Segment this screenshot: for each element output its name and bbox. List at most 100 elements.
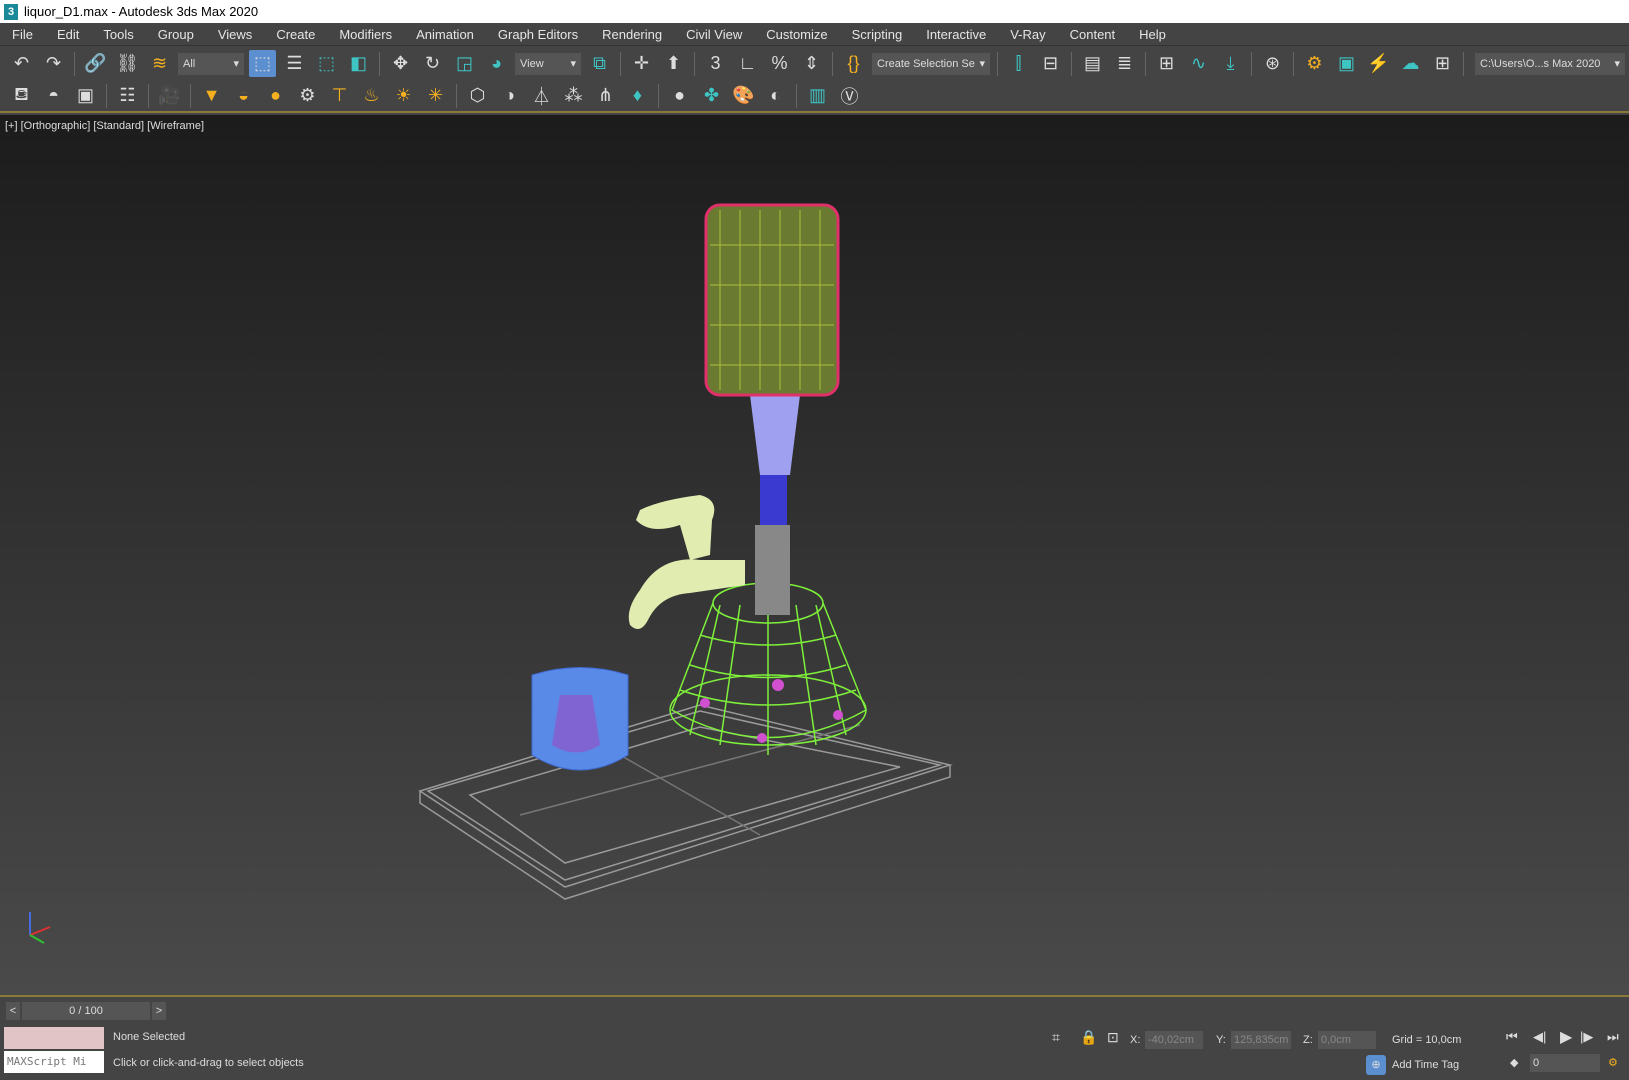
render-cloud-icon[interactable]: ☁ — [1397, 50, 1424, 77]
current-frame-field[interactable]: 0 — [1530, 1054, 1600, 1072]
vray-logo-icon[interactable]: Ⓥ — [836, 82, 863, 109]
viewport-orthographic[interactable]: [+] [Orthographic] [Standard] [Wireframe… — [0, 115, 1629, 997]
lock-icon[interactable]: 🔒 — [1080, 1029, 1097, 1046]
material-override-icon[interactable]: ◐ — [762, 82, 789, 109]
render-production-icon[interactable]: ⚡ — [1365, 50, 1392, 77]
rotate-icon[interactable]: ↻ — [419, 50, 446, 77]
menu-create[interactable]: Create — [264, 27, 327, 42]
edit-named-selection-icon[interactable]: {} — [840, 50, 867, 77]
plane-icon[interactable]: ⏃ — [528, 82, 555, 109]
rendered-frame-window-icon[interactable]: ▣ — [1333, 50, 1360, 77]
maxscript-mini-input[interactable]: MAXScript Mi — [4, 1051, 104, 1073]
keyboard-shortcut-override-icon[interactable]: ⬆ — [660, 50, 687, 77]
project-folder-dropdown[interactable]: C:\Users\O...s Max 2020 ▾ — [1475, 52, 1625, 75]
menu-edit[interactable]: Edit — [45, 27, 91, 42]
list-icon[interactable]: ☷ — [114, 82, 141, 109]
fur-icon[interactable]: ⁂ — [560, 82, 587, 109]
unlink-icon[interactable]: ⛓ — [114, 50, 141, 77]
redo-icon[interactable]: ↷ — [40, 50, 67, 77]
multi-material-icon[interactable]: ✤ — [698, 82, 725, 109]
layer-explorer-icon[interactable]: ≣ — [1111, 50, 1138, 77]
fire-icon[interactable]: ♦ — [624, 82, 651, 109]
menu-graph-editors[interactable]: Graph Editors — [486, 27, 590, 42]
sphere-shapes-icon[interactable]: ◓ — [40, 82, 67, 109]
camera-icon[interactable]: 🎥 — [156, 82, 183, 109]
material-sphere-icon[interactable]: ● — [666, 82, 693, 109]
window-crossing-icon[interactable]: ◧ — [345, 50, 372, 77]
sun-light-icon[interactable]: ☀ — [390, 82, 417, 109]
ies-light-icon[interactable]: ⊤ — [326, 82, 353, 109]
grass-icon[interactable]: ⋔ — [592, 82, 619, 109]
scene-explorer-icon[interactable]: ▤ — [1079, 50, 1106, 77]
prev-key-icon[interactable]: ◀| — [1533, 1029, 1546, 1045]
mesh-light-icon[interactable]: ⚙ — [294, 82, 321, 109]
menu-modifiers[interactable]: Modifiers — [327, 27, 404, 42]
selection-filter-dropdown[interactable]: All ▾ — [178, 52, 244, 75]
menu-tools[interactable]: Tools — [91, 27, 145, 42]
maxscript-listener[interactable] — [4, 1027, 104, 1049]
viewport-layout-icon[interactable]: ⊞ — [1429, 50, 1456, 77]
frame-buffer-icon[interactable]: ▥ — [804, 82, 831, 109]
dome-light-icon[interactable]: ◒ — [230, 82, 257, 109]
time-config-icon[interactable]: ⚙ — [1608, 1056, 1618, 1069]
time-slider[interactable]: < 0 / 100 > — [0, 1000, 1629, 1022]
teapot-icon[interactable]: ⛾ — [8, 82, 35, 109]
menu-vray[interactable]: V-Ray — [998, 27, 1057, 42]
schematic-view-icon[interactable]: ⤓ — [1217, 50, 1244, 77]
mirror-icon[interactable]: ⫿ — [1005, 50, 1032, 77]
spot-light-icon[interactable]: ▼ — [198, 82, 225, 109]
y-coordinate-field[interactable]: 125,835cm — [1231, 1031, 1291, 1049]
menu-civil-view[interactable]: Civil View — [674, 27, 754, 42]
proxy-icon[interactable]: ⬡ — [464, 82, 491, 109]
toggle-ribbon-icon[interactable]: ⊞ — [1153, 50, 1180, 77]
sphere-light-icon[interactable]: ● — [262, 82, 289, 109]
isolate-selection-icon[interactable]: ⌗ — [1052, 1029, 1060, 1046]
ambient-light-icon[interactable]: ♨ — [358, 82, 385, 109]
angle-snap-icon[interactable]: ∟ — [734, 50, 761, 77]
render-setup-icon[interactable]: ⚙ — [1301, 50, 1328, 77]
percent-snap-icon[interactable]: % — [766, 50, 793, 77]
absolute-mode-icon[interactable]: ⊡ — [1107, 1029, 1119, 1046]
menu-file[interactable]: File — [0, 27, 45, 42]
sphere-fade-icon[interactable]: ◑ — [496, 82, 523, 109]
select-by-name-icon[interactable]: ☰ — [281, 50, 308, 77]
time-slider-handle[interactable]: 0 / 100 — [22, 1002, 150, 1020]
add-time-tag-button[interactable]: Add Time Tag — [1392, 1059, 1459, 1071]
menu-content[interactable]: Content — [1058, 27, 1128, 42]
menu-scripting[interactable]: Scripting — [840, 27, 915, 42]
menu-customize[interactable]: Customize — [754, 27, 839, 42]
menu-help[interactable]: Help — [1127, 27, 1178, 42]
next-key-icon[interactable]: |▶ — [1580, 1029, 1593, 1045]
menu-animation[interactable]: Animation — [404, 27, 486, 42]
menu-views[interactable]: Views — [206, 27, 264, 42]
undo-icon[interactable]: ↶ — [8, 50, 35, 77]
align-icon[interactable]: ⊟ — [1037, 50, 1064, 77]
next-frame-button[interactable]: > — [152, 1002, 166, 1020]
palette-icon[interactable]: 🎨 — [730, 82, 757, 109]
menu-group[interactable]: Group — [146, 27, 206, 42]
box-container-icon[interactable]: ▣ — [72, 82, 99, 109]
x-coordinate-field[interactable]: -40,02cm — [1145, 1031, 1203, 1049]
snaps-toggle-icon[interactable]: 3 — [702, 50, 729, 77]
link-icon[interactable]: 🔗 — [82, 50, 109, 77]
menu-rendering[interactable]: Rendering — [590, 27, 674, 42]
move-icon[interactable]: ✥ — [387, 50, 414, 77]
goto-end-icon[interactable]: ⏭ — [1607, 1029, 1619, 1045]
placement-icon[interactable]: ◕ — [483, 50, 510, 77]
curve-editor-icon[interactable]: ∿ — [1185, 50, 1212, 77]
prev-frame-button[interactable]: < — [6, 1002, 20, 1020]
key-mode-icon[interactable]: ◆ — [1510, 1056, 1518, 1069]
pivot-center-icon[interactable]: ⧉ — [586, 50, 613, 77]
scale-icon[interactable]: ◲ — [451, 50, 478, 77]
rectangular-selection-icon[interactable]: ⬚ — [313, 50, 340, 77]
omni-light-icon[interactable]: ✳ — [422, 82, 449, 109]
named-selection-sets-dropdown[interactable]: Create Selection Se ▾ — [872, 52, 990, 75]
select-manipulate-icon[interactable]: ✛ — [628, 50, 655, 77]
reference-coordinate-dropdown[interactable]: View ▾ — [515, 52, 581, 75]
menu-interactive[interactable]: Interactive — [914, 27, 998, 42]
bind-space-warp-icon[interactable]: ≋ — [146, 50, 173, 77]
z-coordinate-field[interactable]: 0,0cm — [1318, 1031, 1376, 1049]
goto-start-icon[interactable]: ⏮ — [1506, 1029, 1518, 1045]
play-icon[interactable]: ▶ — [1560, 1027, 1572, 1047]
time-tag-icon[interactable]: ⊕ — [1366, 1055, 1386, 1075]
